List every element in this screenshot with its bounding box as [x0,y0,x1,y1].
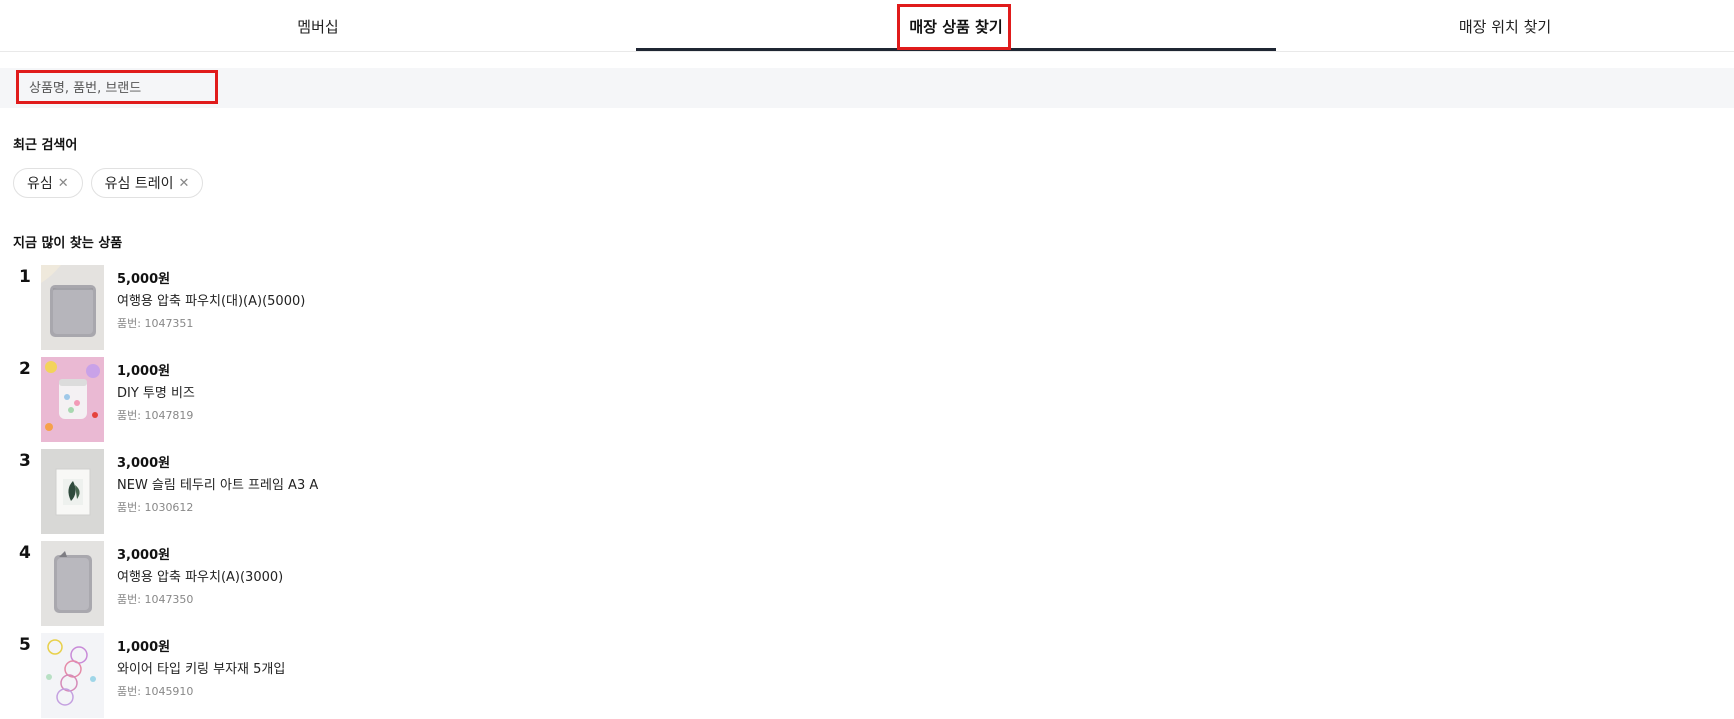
product-name: 와이어 타입 키링 부자재 5개입 [117,662,286,677]
gray-pouch-image [41,265,104,350]
product-name: DIY 투명 비즈 [117,386,195,401]
chip-label: 유심 트레이 [104,176,174,192]
product-code: 품번: 1047819 [117,409,194,422]
product-item[interactable]: 1 5,000원 여행용 압축 파우치(대)(A)(5000) 품번: 1047… [0,265,600,351]
product-price: 3,000원 [117,548,171,563]
chip-label: 유심 [27,176,53,192]
keyring-image [41,633,104,718]
product-code: 품번: 1047350 [117,593,194,606]
product-name: 여행용 압축 파우치(A)(3000) [117,570,284,585]
product-rank: 5 [19,635,31,655]
art-frame-image [41,449,104,534]
product-rank: 3 [19,451,31,471]
recent-search-chip[interactable]: 유심 트레이 ✕ [90,168,204,198]
product-price: 5,000원 [117,272,171,287]
product-item[interactable]: 5 1,000원 와이어 타입 키링 부자재 5개입 품번: 1045910 [0,633,600,719]
tab-store-product-search[interactable]: 매장 상품 찾기 [636,0,1276,51]
recent-searches-title: 최근 검색어 [13,138,78,153]
gray-pouch-image [41,541,104,626]
close-icon[interactable]: ✕ [58,176,69,191]
search-input[interactable] [16,68,416,108]
product-price: 3,000원 [117,456,171,471]
product-code: 품번: 1045910 [117,685,194,698]
recent-search-chip[interactable]: 유심 ✕ [13,168,83,198]
product-item[interactable]: 2 1,000원 DIY 투명 비즈 품번: 1047819 [0,357,600,443]
tab-store-location[interactable]: 매장 위치 찾기 [1276,0,1734,51]
product-name: NEW 슬림 테두리 아트 프레임 A3 A [117,478,319,493]
recent-search-chips: 유심 ✕ 유심 트레이 ✕ [13,168,204,200]
bead-jar-image [41,357,104,442]
product-rank: 4 [19,543,31,563]
active-tab-indicator [636,48,1276,51]
product-rank: 2 [19,359,31,379]
popular-products-title: 지금 많이 찾는 상품 [13,236,123,251]
product-item[interactable]: 3 3,000원 NEW 슬림 테두리 아트 프레임 A3 A 품번: 1030… [0,449,600,535]
product-item[interactable]: 4 3,000원 여행용 압축 파우치(A)(3000) 품번: 1047350 [0,541,600,627]
product-code: 품번: 1030612 [117,501,194,514]
tab-membership[interactable]: 멤버십 [0,0,636,51]
close-icon[interactable]: ✕ [179,176,190,191]
top-tab-bar: 멤버십 매장 상품 찾기 매장 위치 찾기 [0,0,1734,52]
search-bar [0,68,1734,108]
product-price: 1,000원 [117,364,171,379]
product-code: 품번: 1047351 [117,317,194,330]
product-price: 1,000원 [117,640,171,655]
product-rank: 1 [19,267,31,287]
product-name: 여행용 압축 파우치(대)(A)(5000) [117,294,306,309]
